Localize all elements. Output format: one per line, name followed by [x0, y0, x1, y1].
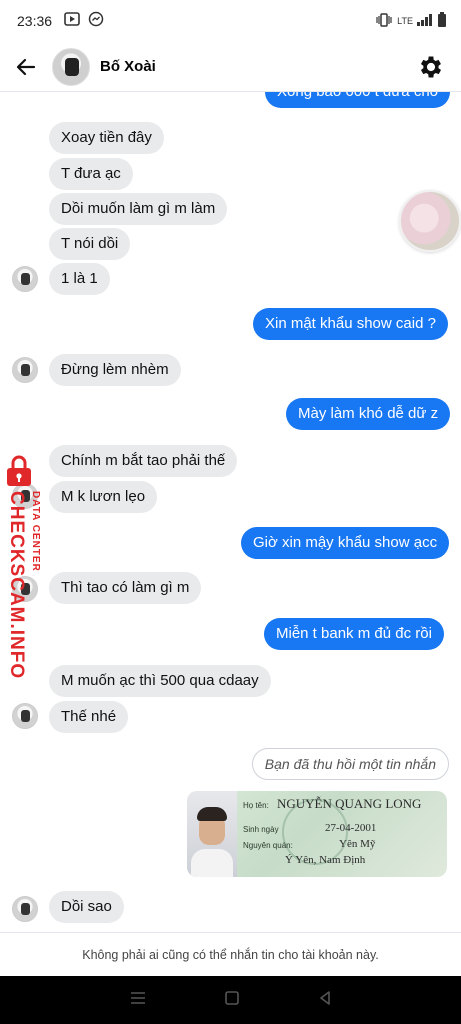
contact-avatar[interactable]: [52, 47, 90, 86]
recalled-message-notice: Bạn đã thu hồi một tin nhắn: [251, 748, 449, 780]
chat-header: Bố Xoài: [0, 42, 461, 92]
message-list[interactable]: Xong bảo 600 t đưa cho Xoay tiền đây T đ…: [0, 92, 461, 932]
contact-name[interactable]: Bố Xoài: [100, 58, 156, 75]
back-nav-button[interactable]: [317, 990, 333, 1011]
status-time: 23:36: [17, 13, 53, 29]
id-dob-label: Sinh ngày: [243, 825, 279, 834]
message-incoming[interactable]: Thế nhé: [49, 701, 129, 733]
id-hometown-value-2: Ý Yên, Nam Định: [285, 854, 366, 866]
watermark-text: CHECKSCAM.INFO: [6, 491, 27, 680]
back-button[interactable]: [0, 42, 52, 92]
message-incoming[interactable]: Xoay tiền đây: [49, 122, 164, 154]
message-outgoing[interactable]: Giờ xin mậy khẩu show ạcc: [241, 527, 450, 559]
id-card-photo: [187, 791, 237, 877]
message-incoming[interactable]: T nói dồi: [49, 228, 131, 260]
message-incoming[interactable]: Thì tao có làm gì m: [49, 572, 202, 604]
signal-icon: [417, 14, 433, 28]
sender-avatar[interactable]: [12, 703, 38, 729]
gear-icon: [420, 56, 442, 77]
sender-avatar[interactable]: [12, 266, 38, 292]
messaging-restriction-notice: Không phải ai cũng có thể nhắn tin cho t…: [0, 932, 461, 976]
id-name-value: NGUYỄN QUANG LONG: [277, 796, 422, 811]
message-incoming[interactable]: Dồi sao: [49, 891, 124, 923]
message-incoming[interactable]: Chính m bắt tao phải thế: [49, 445, 238, 477]
id-card-image[interactable]: Họ tên: NGUYỄN QUANG LONG Sinh ngày 27-0…: [187, 791, 447, 877]
watermark-subtext: DATA CENTER: [30, 491, 41, 572]
id-name-label: Họ tên:: [243, 801, 269, 810]
menu-nav-button[interactable]: [129, 990, 147, 1011]
home-nav-button[interactable]: [224, 990, 240, 1011]
message-outgoing[interactable]: Xin mật khẩu show caid ?: [253, 308, 448, 340]
home-square-icon: [224, 990, 239, 1005]
sender-avatar[interactable]: [12, 357, 38, 383]
message-outgoing[interactable]: Mày làm khó dễ dữ z: [286, 398, 451, 430]
message-outgoing[interactable]: Miễn t bank m đủ đc rồi: [264, 618, 444, 650]
message-incoming[interactable]: M k lươn lẹo: [49, 481, 158, 513]
menu-icon: [130, 991, 145, 1004]
network-type: LTE: [397, 16, 413, 26]
message-incoming[interactable]: Dồi muốn làm gì m làm: [49, 193, 228, 225]
back-arrow-icon: [16, 58, 36, 75]
sender-avatar[interactable]: [12, 896, 38, 922]
message-outgoing[interactable]: Xong bảo 600 t đưa cho: [265, 92, 451, 108]
status-right-icons: LTE: [375, 12, 447, 30]
youtube-icon: [64, 11, 80, 31]
message-incoming[interactable]: M muốn ạc thì 500 qua cdaay: [49, 665, 271, 697]
id-hometown-value-1: Yên Mỹ: [339, 838, 376, 850]
checkscam-watermark: CHECKSCAM.INFO DATA CENTER: [2, 455, 50, 679]
back-triangle-icon: [319, 990, 330, 1005]
status-bar: 23:36 LTE: [0, 0, 461, 42]
id-hometown-label: Nguyên quán:: [243, 841, 293, 850]
settings-button[interactable]: [417, 53, 445, 81]
system-nav-bar: [0, 976, 461, 1024]
vibrate-icon: [375, 13, 393, 29]
lock-icon: [7, 455, 31, 486]
messenger-icon: [88, 11, 104, 32]
id-dob-value: 27-04-2001: [325, 822, 377, 834]
battery-icon: [437, 12, 447, 30]
message-incoming[interactable]: T đưa ạc: [49, 158, 133, 190]
sticker-image[interactable]: [399, 190, 461, 252]
message-incoming[interactable]: 1 là 1: [49, 263, 110, 295]
message-incoming[interactable]: Đừng lèm nhèm: [49, 354, 181, 386]
